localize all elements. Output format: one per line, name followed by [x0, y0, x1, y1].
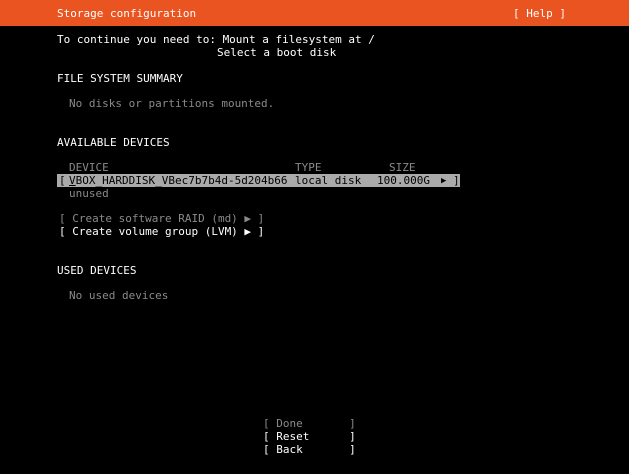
used-devices-heading: USED DEVICES: [57, 264, 137, 277]
help-button[interactable]: [ Help ]: [513, 7, 566, 20]
page-title: Storage configuration: [57, 7, 197, 20]
device-name: VBOX_HARDDISK_VBec7b7b4d-5d204b66: [69, 174, 288, 187]
device-row-vbox-harddisk[interactable]: [ VBOX_HARDDISK_VBec7b7b4d-5d204b66 loca…: [57, 174, 460, 187]
create-software-raid-button[interactable]: [ Create software RAID (md) ▶ ]: [59, 212, 264, 225]
header-bar: Storage configuration [ Help ]: [0, 0, 629, 26]
device-size: 100.000G: [377, 174, 430, 187]
back-button[interactable]: [ Back ]: [263, 443, 356, 456]
device-row-close-bracket: ]: [453, 174, 460, 187]
instruction-line-2: Select a boot disk: [217, 46, 337, 59]
device-name-rest: BOX_HARDDISK_VBec7b7b4d-5d204b66: [75, 174, 288, 187]
create-volume-group-button[interactable]: [ Create volume group (LVM) ▶ ]: [59, 225, 264, 238]
fs-summary-empty-message: No disks or partitions mounted.: [69, 97, 275, 110]
fs-summary-heading: FILE SYSTEM SUMMARY: [57, 72, 183, 85]
device-menu-arrow-icon[interactable]: ▶: [441, 175, 446, 188]
device-name-hotkey: V: [69, 174, 76, 187]
device-status: unused: [69, 187, 109, 200]
device-type: local disk: [295, 174, 362, 187]
available-devices-heading: AVAILABLE DEVICES: [57, 136, 170, 149]
instruction-line-1: To continue you need to: Mount a filesys…: [57, 33, 375, 46]
used-devices-empty-message: No used devices: [69, 289, 169, 302]
done-button[interactable]: [ Done ]: [263, 417, 356, 430]
column-header-device: DEVICE: [69, 161, 109, 174]
device-row-open-bracket: [: [59, 174, 66, 187]
column-header-size: SIZE: [389, 161, 416, 174]
column-header-type: TYPE: [295, 161, 322, 174]
reset-button[interactable]: [ Reset ]: [263, 430, 356, 443]
